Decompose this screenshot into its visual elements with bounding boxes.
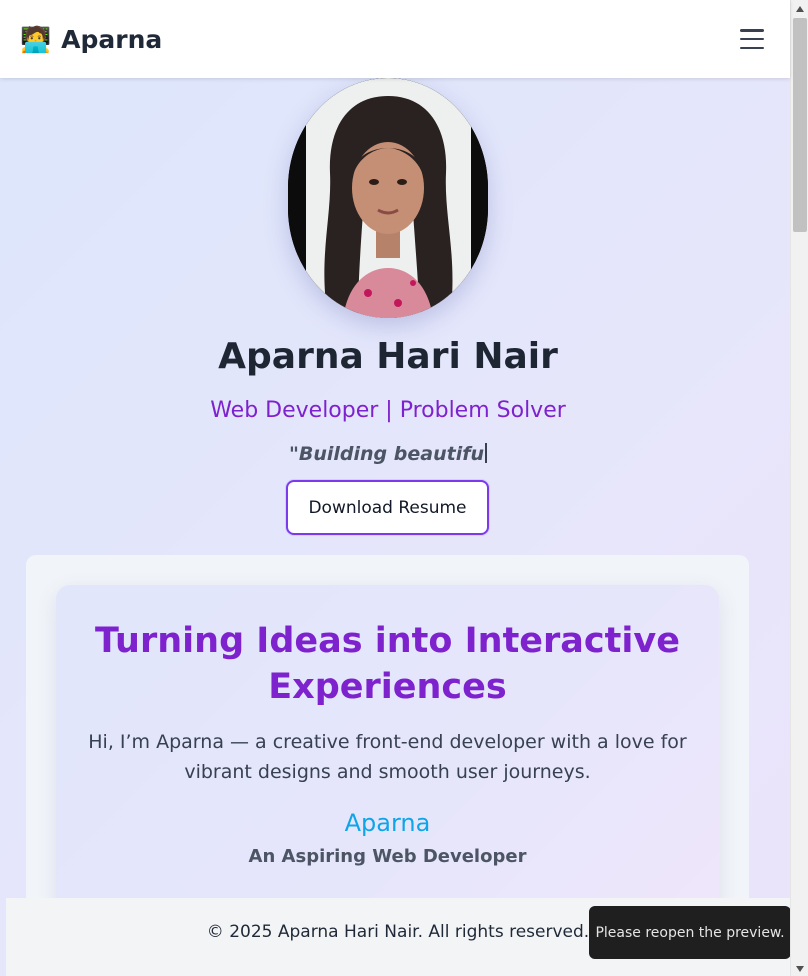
- hamburger-menu-icon[interactable]: [740, 29, 764, 49]
- preview-toast[interactable]: Please reopen the preview.: [589, 906, 791, 959]
- developer-emoji-icon: 🧑‍💻: [20, 24, 52, 54]
- quote-text: "Building beautifu: [288, 443, 484, 465]
- download-resume-button[interactable]: Download Resume: [286, 480, 489, 535]
- scroll-up-arrow-icon[interactable]: [796, 6, 804, 12]
- profile-photo: [288, 78, 488, 318]
- brand[interactable]: 🧑‍💻 Aparna: [20, 25, 162, 54]
- hero-name: Aparna Hari Nair: [218, 336, 558, 377]
- footer-text: © 2025 Aparna Hari Nair. All rights rese…: [206, 922, 590, 942]
- navbar: 🧑‍💻 Aparna: [0, 0, 790, 78]
- about-subtitle: An Aspiring Web Developer: [248, 846, 527, 867]
- about-name: Aparna: [344, 809, 431, 837]
- brand-name: Aparna: [61, 24, 163, 54]
- about-title: Turning Ideas into Interactive Experienc…: [95, 621, 680, 707]
- scrollbar-thumb[interactable]: [793, 18, 807, 232]
- typing-caret: [485, 443, 487, 463]
- about-text: Hi, I’m Aparna — a creative front-end de…: [88, 731, 687, 783]
- hero-role: Web Developer | Problem Solver: [210, 398, 566, 423]
- vertical-scrollbar[interactable]: [790, 0, 808, 976]
- typing-quote: "Building beautifu: [0, 443, 776, 465]
- scroll-down-arrow-icon[interactable]: [796, 966, 804, 972]
